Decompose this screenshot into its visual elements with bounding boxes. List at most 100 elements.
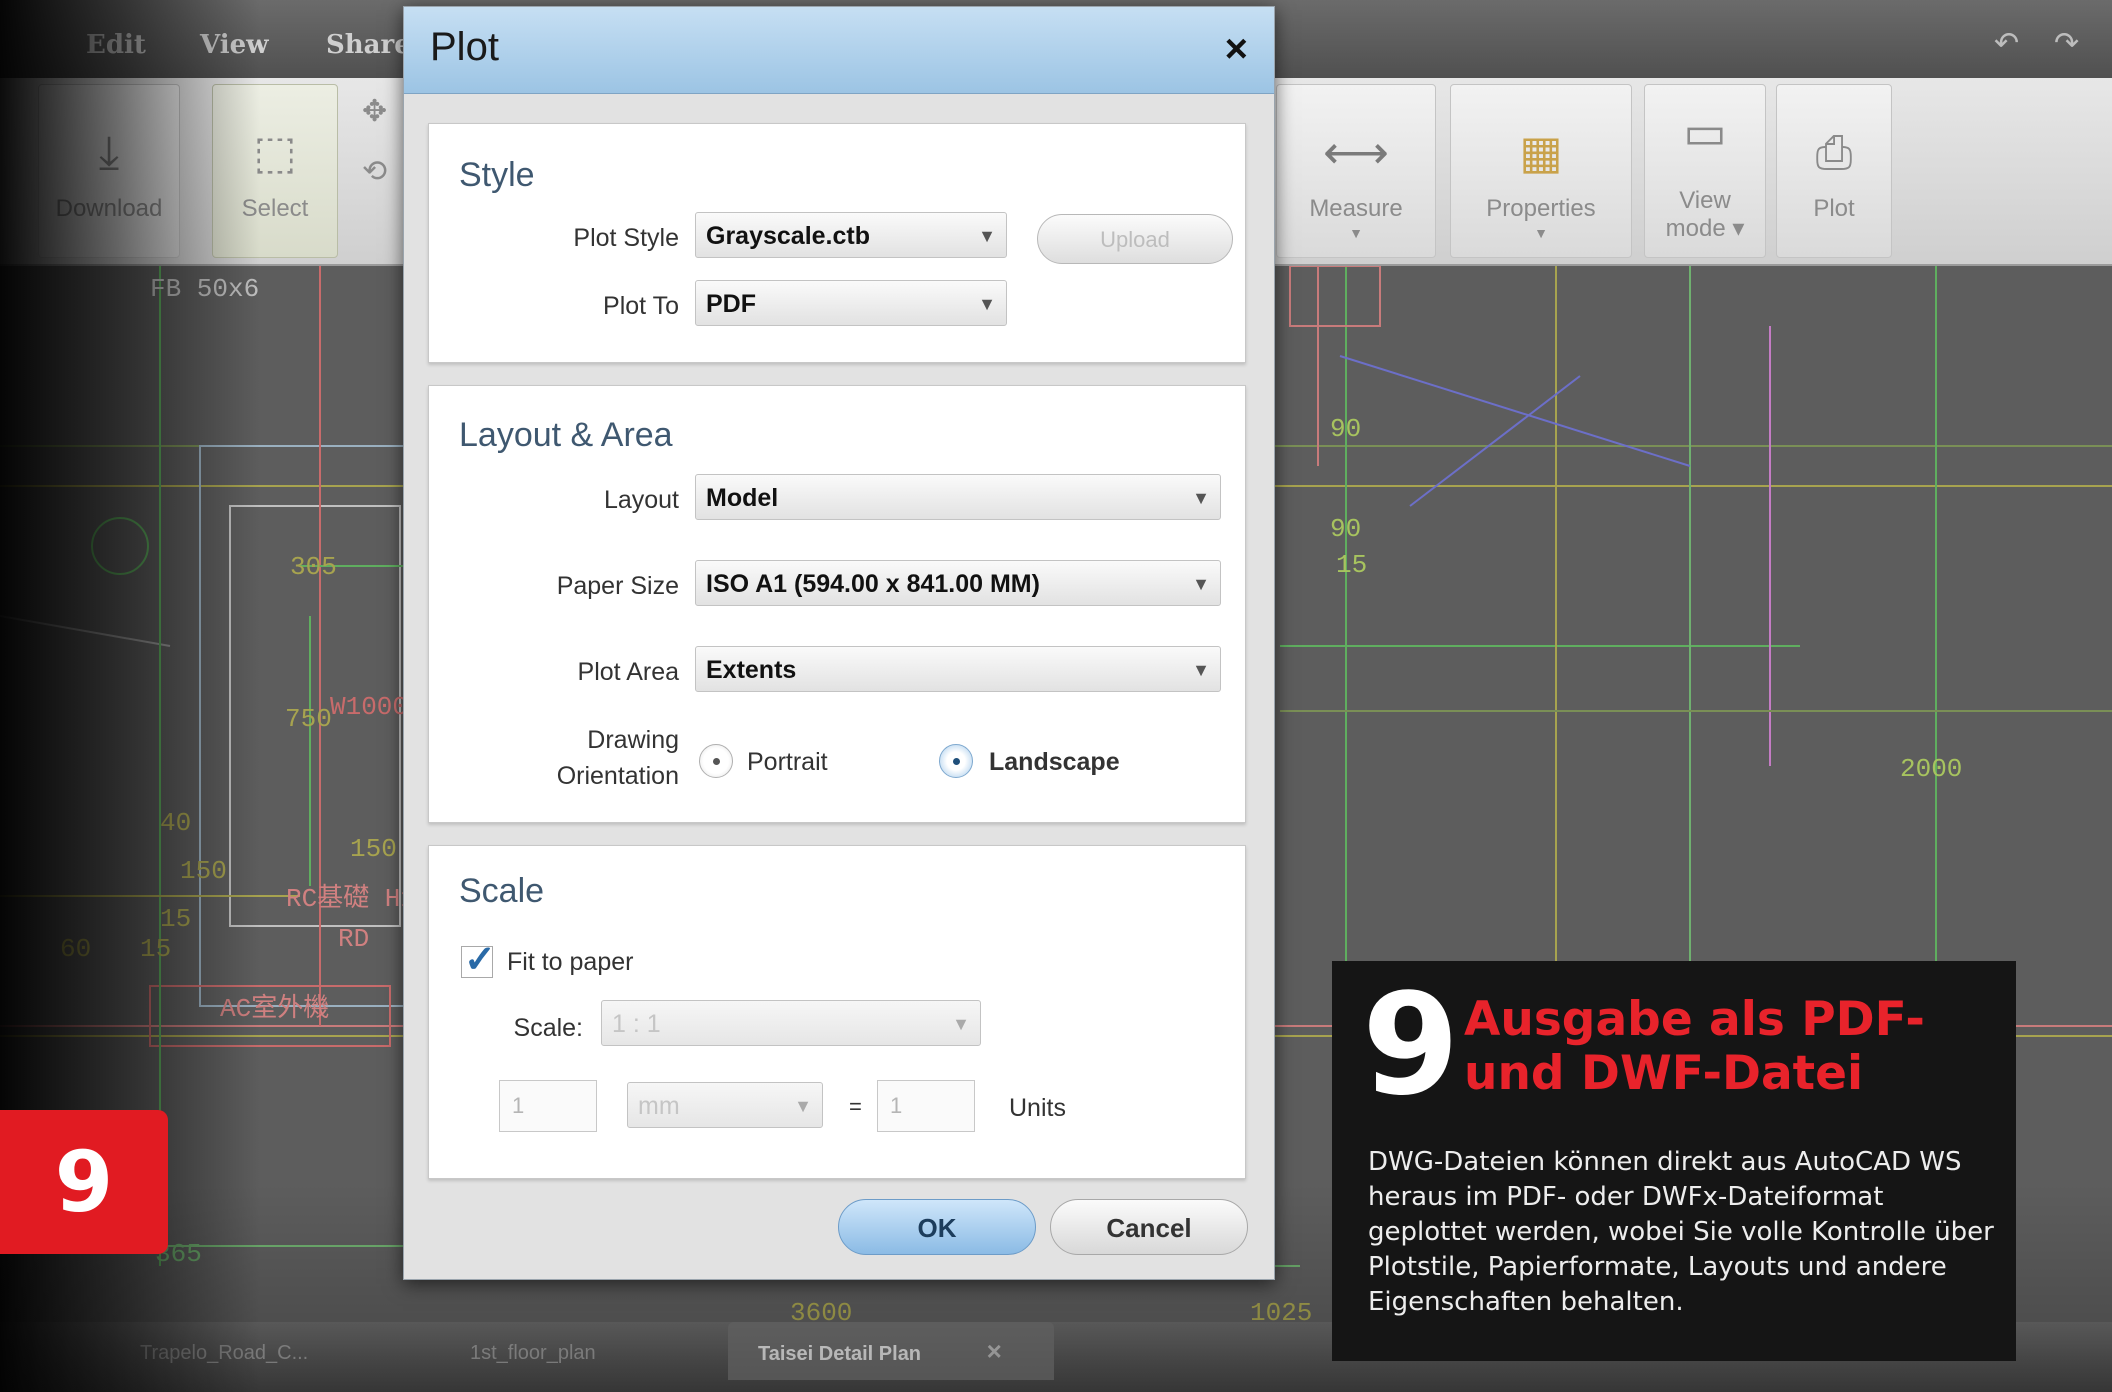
plot-to-select[interactable]: PDF ▼ <box>695 280 1007 326</box>
rotate-icon[interactable]: ⟲ <box>362 154 387 189</box>
layout-value: Model <box>706 484 779 512</box>
plot-area-label: Plot Area <box>577 658 679 686</box>
view-mode-button[interactable]: ▭ View mode ▾ <box>1644 84 1766 258</box>
chevron-down-icon: ▼ <box>1192 488 1210 508</box>
layout-area-heading: Layout & Area <box>459 416 673 454</box>
plot-area-select[interactable]: Extents ▼ <box>695 646 1221 692</box>
drawing-label: W1000 <box>330 692 408 722</box>
unit-select[interactable]: mm ▼ <box>627 1082 823 1128</box>
fit-to-paper-checkbox[interactable]: ✓ <box>461 939 496 981</box>
caption-box: 9 Ausgabe als PDF- und DWF-Datei DWG-Dat… <box>1332 961 2016 1361</box>
properties-icon: ▦ <box>1519 126 1563 178</box>
view-mode-label: View mode ▾ <box>1665 187 1745 242</box>
plot-to-label: Plot To <box>603 292 679 320</box>
measure-icon: ⟷ <box>1323 126 1389 178</box>
chevron-down-icon: ▼ <box>1192 660 1210 680</box>
style-panel: Style Plot Style Grayscale.ctb ▼ Upload … <box>428 123 1246 363</box>
select-label: Select <box>241 195 309 222</box>
paper-size-label: Paper Size <box>556 572 679 600</box>
plot-to-value: PDF <box>706 290 756 318</box>
scale-panel: Scale ✓ Fit to paper Scale: 1 : 1 ▼ 1 mm… <box>428 845 1246 1179</box>
select-icon: ⬚ <box>253 126 297 178</box>
equals-sign: = <box>849 1094 862 1119</box>
tab-1st-floor-plan[interactable]: 1st_floor_plan <box>440 1330 626 1376</box>
portrait-radio[interactable] <box>699 744 733 778</box>
drawing-label: 90 <box>1330 414 1361 444</box>
ok-button[interactable]: OK <box>838 1199 1036 1255</box>
plot-style-select[interactable]: Grayscale.ctb ▼ <box>695 212 1007 258</box>
download-label: Download <box>55 195 163 222</box>
download-button[interactable]: ⤓ Download <box>38 84 180 258</box>
plot-dialog: Plot × Style Plot Style Grayscale.ctb ▼ … <box>403 6 1275 1280</box>
step-number-badge: 9 <box>0 1110 168 1254</box>
measure-button[interactable]: ⟷ Measure ▼ <box>1276 84 1436 258</box>
chevron-down-icon: ▼ <box>978 294 996 314</box>
view-mode-icon: ▭ <box>1683 106 1727 158</box>
drawing-label: 1025 <box>1250 1298 1312 1322</box>
caption-number: 9 <box>1362 964 1460 1127</box>
units-label: Units <box>1009 1094 1066 1122</box>
drawing-label: FB 50x6 <box>150 274 259 304</box>
autocad-ws-window: Edit View Share ↶ ↷ ⤓ Download ⬚ Select … <box>0 0 2112 1392</box>
chevron-down-icon: ▼ <box>1192 574 1210 594</box>
layout-select[interactable]: Model ▼ <box>695 474 1221 520</box>
plot-button[interactable]: ⎙ Plot <box>1776 84 1892 258</box>
checkmark-icon: ✓ <box>464 939 496 981</box>
drawing-label: 15 <box>140 934 171 964</box>
paper-size-select[interactable]: ISO A1 (594.00 x 841.00 MM) ▼ <box>695 560 1221 606</box>
drawing-label: AC室外機 <box>220 993 329 1024</box>
properties-label: Properties <box>1486 195 1596 222</box>
scale-select[interactable]: 1 : 1 ▼ <box>601 1000 981 1046</box>
chevron-down-icon: ▼ <box>952 1014 970 1034</box>
redo-icon[interactable]: ↷ <box>2054 26 2079 61</box>
orientation-label-line2: Orientation <box>556 762 679 790</box>
landscape-label: Landscape <box>989 748 1120 776</box>
tab-close-icon[interactable]: × <box>987 1336 1002 1366</box>
drawing-label: 750 <box>285 704 332 734</box>
plot-area-value: Extents <box>706 656 797 684</box>
drawing-label: 150 <box>350 834 397 864</box>
printer-icon: ⎙ <box>1815 126 1853 178</box>
drawing-label: 2000 <box>1900 754 1962 784</box>
tab-trapelo-road[interactable]: Trapelo_Road_C... <box>110 1330 338 1376</box>
paper-size-value: ISO A1 (594.00 x 841.00 MM) <box>706 570 1040 598</box>
cancel-button[interactable]: Cancel <box>1050 1199 1248 1255</box>
orientation-label-line1: Drawing <box>587 726 679 754</box>
download-icon: ⤓ <box>98 126 120 178</box>
drawing-label: 15 <box>160 904 191 934</box>
move-icon[interactable]: ✥ <box>362 94 387 129</box>
drawing-label: 15 <box>1336 550 1367 580</box>
layout-area-panel: Layout & Area Layout Model ▼ Paper Size … <box>428 385 1246 823</box>
drawing-label: RD <box>338 924 369 954</box>
tab-label: Taisei Detail Plan <box>758 1343 922 1365</box>
drawing-label: 60 <box>60 934 91 964</box>
properties-button[interactable]: ▦ Properties ▼ <box>1450 84 1632 258</box>
chevron-down-icon: ▼ <box>978 226 996 246</box>
close-icon[interactable]: × <box>1225 27 1248 72</box>
drawing-label: 3600 <box>790 1298 852 1322</box>
paper-units-input[interactable]: 1 <box>499 1080 597 1132</box>
menu-view[interactable]: View <box>200 30 269 60</box>
unit-value: mm <box>638 1092 680 1120</box>
transform-tools: ✥ ⟲ <box>350 84 402 256</box>
scale-value: 1 : 1 <box>612 1010 661 1038</box>
drawing-label: 150 <box>180 856 227 886</box>
fit-to-paper-label: Fit to paper <box>507 948 634 976</box>
menu-share[interactable]: Share <box>326 30 411 60</box>
tab-taisei-detail-plan[interactable]: Taisei Detail Plan × <box>728 1322 1054 1380</box>
drawing-label: 40 <box>160 808 191 838</box>
dialog-title: Plot <box>430 25 499 69</box>
plot-label: Plot <box>1813 195 1855 222</box>
menu-edit[interactable]: Edit <box>86 30 146 60</box>
drawing-units-input[interactable]: 1 <box>877 1080 975 1132</box>
scale-label: Scale: <box>513 1014 583 1042</box>
select-button[interactable]: ⬚ Select <box>212 84 338 258</box>
landscape-radio[interactable] <box>939 744 973 778</box>
plot-style-label: Plot Style <box>573 224 679 252</box>
measure-chevron-icon: ▼ <box>1349 225 1363 241</box>
undo-icon[interactable]: ↶ <box>1994 26 2019 61</box>
dialog-title-bar: Plot × <box>404 7 1274 94</box>
upload-button[interactable]: Upload <box>1037 214 1233 264</box>
layout-label: Layout <box>603 486 679 514</box>
drawing-label: 305 <box>290 552 337 582</box>
